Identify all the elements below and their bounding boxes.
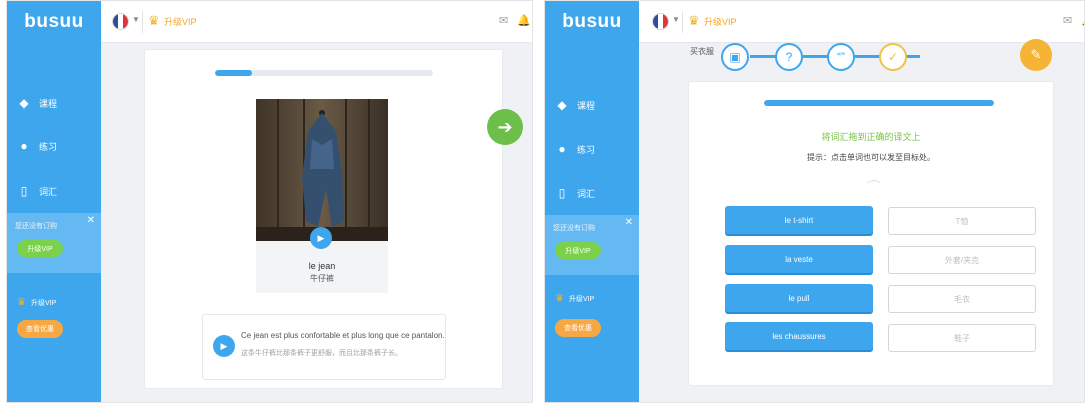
step-dialogue[interactable]: “” bbox=[827, 43, 855, 71]
top-bar: busuu ▼ ♛ 升级VIP ✉ 🔔 bbox=[7, 1, 532, 43]
sidebar: ◆ 课程 ● 练习 ▯ 词汇 您还没有订购 ✕ 升级VIP ♛ 升级VIP 查看… bbox=[7, 43, 101, 402]
chevron-down-icon[interactable]: ▼ bbox=[132, 15, 140, 24]
check-icon: ✓ bbox=[887, 50, 899, 64]
vocab-word-box: ▶ le jean 牛仔裤 bbox=[256, 227, 388, 293]
promo-text: 您还没有订购 bbox=[553, 225, 595, 232]
sidebar-item-practice[interactable]: ● 练习 bbox=[555, 139, 595, 159]
vip-offer-button[interactable]: 查看优惠 bbox=[555, 319, 601, 337]
next-button[interactable]: ➔ bbox=[487, 109, 523, 145]
crown-icon: ♛ bbox=[688, 13, 700, 28]
chat-bubble-icon: ● bbox=[558, 142, 566, 156]
promo-text: 您还没有订购 bbox=[15, 223, 57, 230]
word-tile[interactable]: le pull bbox=[725, 284, 873, 312]
exercise-progress bbox=[764, 100, 994, 106]
exercise-hint: 提示：点击单词也可以发至目标处。 bbox=[807, 153, 935, 162]
word-tile[interactable]: le t-shirt bbox=[725, 206, 873, 234]
left-screen: busuu ▼ ♛ 升级VIP ✉ 🔔 ◆ 课程 ● 练习 ▯ 词汇 您还没有订… bbox=[6, 0, 533, 403]
sidebar-item-label: 练习 bbox=[39, 141, 58, 152]
curved-arrow-icon: ⌒ bbox=[867, 179, 881, 195]
sidebar-item-practice[interactable]: ● 练习 bbox=[17, 136, 57, 156]
answer-slot[interactable]: 毛衣 bbox=[888, 285, 1036, 313]
example-sentence-box: ▶ Ce jean est plus confortable et plus l… bbox=[202, 314, 446, 380]
sidebar-item-vocabulary[interactable]: ▯ 词汇 bbox=[555, 183, 595, 203]
question-icon: ? bbox=[785, 50, 793, 64]
french-flag-icon[interactable] bbox=[112, 13, 129, 30]
vip-label: 升级VIP bbox=[568, 295, 595, 303]
sidebar-item-label: 词汇 bbox=[39, 186, 58, 197]
lesson-progress-fill bbox=[215, 70, 253, 76]
bell-icon[interactable]: 🔔 bbox=[517, 14, 531, 27]
sidebar-item-label: 课程 bbox=[39, 98, 58, 109]
lesson-title: 买衣服 bbox=[690, 47, 714, 56]
vip-row[interactable]: ♛ 升级VIP bbox=[17, 297, 56, 308]
vip-label: 升级VIP bbox=[30, 299, 57, 307]
lesson-progress bbox=[215, 70, 433, 76]
upgrade-link[interactable]: 升级VIP bbox=[704, 15, 737, 28]
word-tile[interactable]: la veste bbox=[725, 245, 873, 273]
answer-slot[interactable]: 鞋子 bbox=[888, 324, 1036, 352]
sidebar: ◆ 课程 ● 练习 ▯ 词汇 您还没有订购 ✕ 升级VIP ♛ 升级VIP 查看… bbox=[545, 43, 639, 402]
top-bar: busuu ▼ ♛ 升级VIP ✉ 🔔 bbox=[545, 1, 1084, 43]
vocab-word-chinese: 牛仔裤 bbox=[310, 274, 334, 283]
crown-icon: ♛ bbox=[17, 297, 26, 308]
answer-slot[interactable]: T恤 bbox=[888, 207, 1036, 235]
divider bbox=[142, 11, 143, 33]
promo-upgrade-button[interactable]: 升级VIP bbox=[555, 242, 601, 259]
phone-icon: ▯ bbox=[20, 184, 28, 198]
word-tile[interactable]: les chaussures bbox=[725, 322, 873, 350]
play-audio-button[interactable]: ▶ bbox=[310, 227, 332, 249]
sidebar-item-label: 课程 bbox=[577, 100, 596, 111]
dialogue-icon: “” bbox=[837, 50, 845, 64]
divider bbox=[682, 11, 683, 33]
chat-bubble-icon: ● bbox=[20, 139, 28, 153]
sentence-french: Ce jean est plus confortable et plus lon… bbox=[241, 331, 445, 340]
answer-slot[interactable]: 外套/夹克 bbox=[888, 246, 1036, 274]
french-flag-icon[interactable] bbox=[652, 13, 669, 30]
busuu-logo[interactable]: busuu bbox=[545, 1, 639, 43]
promo-upgrade-button[interactable]: 升级VIP bbox=[17, 240, 63, 257]
step-flashcard[interactable]: ▣ bbox=[721, 43, 749, 71]
phone-icon: ▯ bbox=[558, 186, 566, 200]
close-icon[interactable]: ✕ bbox=[625, 217, 633, 228]
sentence-chinese: 这条牛仔裤比那条裤子更舒服，而且比那条裤子长。 bbox=[241, 350, 402, 357]
jean-jacket-image bbox=[256, 99, 388, 241]
sidebar-item-vocabulary[interactable]: ▯ 词汇 bbox=[17, 181, 57, 201]
sidebar-item-courses[interactable]: ◆ 课程 bbox=[17, 93, 57, 113]
vocab-word-french: le jean bbox=[308, 261, 336, 271]
step-question[interactable]: ? bbox=[775, 43, 803, 71]
promo-panel: 您还没有订购 ✕ 升级VIP bbox=[545, 215, 639, 275]
sidebar-item-label: 词汇 bbox=[577, 188, 596, 199]
bell-icon[interactable]: 🔔 bbox=[1081, 14, 1084, 27]
close-icon[interactable]: ✕ bbox=[87, 215, 95, 226]
promo-panel: 您还没有订购 ✕ 升级VIP bbox=[7, 213, 101, 273]
exercise-instruction: 将词汇拖到正确的译文上 bbox=[821, 132, 921, 142]
vip-row[interactable]: ♛ 升级VIP bbox=[555, 293, 594, 304]
sidebar-item-courses[interactable]: ◆ 课程 bbox=[555, 95, 595, 115]
upgrade-link[interactable]: 升级VIP bbox=[164, 15, 197, 28]
crown-icon: ♛ bbox=[555, 293, 564, 304]
exercise-progress-fill bbox=[764, 100, 994, 106]
graduation-cap-icon: ◆ bbox=[19, 96, 29, 110]
graduation-cap-icon: ◆ bbox=[557, 98, 567, 112]
crown-icon: ♛ bbox=[148, 13, 160, 28]
busuu-logo[interactable]: busuu bbox=[7, 1, 101, 43]
flashcard-icon: ▣ bbox=[729, 50, 741, 64]
step-check[interactable]: ✓ bbox=[879, 43, 907, 71]
sidebar-item-label: 练习 bbox=[577, 144, 596, 155]
play-sentence-button[interactable]: ▶ bbox=[213, 335, 235, 357]
mail-icon[interactable]: ✉ bbox=[499, 14, 508, 27]
right-screen: busuu ▼ ♛ 升级VIP ✉ 🔔 ◆ 课程 ● 练习 ▯ 词汇 您还没有订… bbox=[544, 0, 1085, 403]
pencil-icon: ✎ bbox=[1030, 47, 1042, 62]
vocab-photo bbox=[256, 99, 388, 241]
chevron-down-icon[interactable]: ▼ bbox=[672, 15, 680, 24]
vip-offer-button[interactable]: 查看优惠 bbox=[17, 320, 63, 338]
mail-icon[interactable]: ✉ bbox=[1063, 14, 1072, 27]
step-locked[interactable]: ✎ bbox=[1020, 39, 1052, 71]
